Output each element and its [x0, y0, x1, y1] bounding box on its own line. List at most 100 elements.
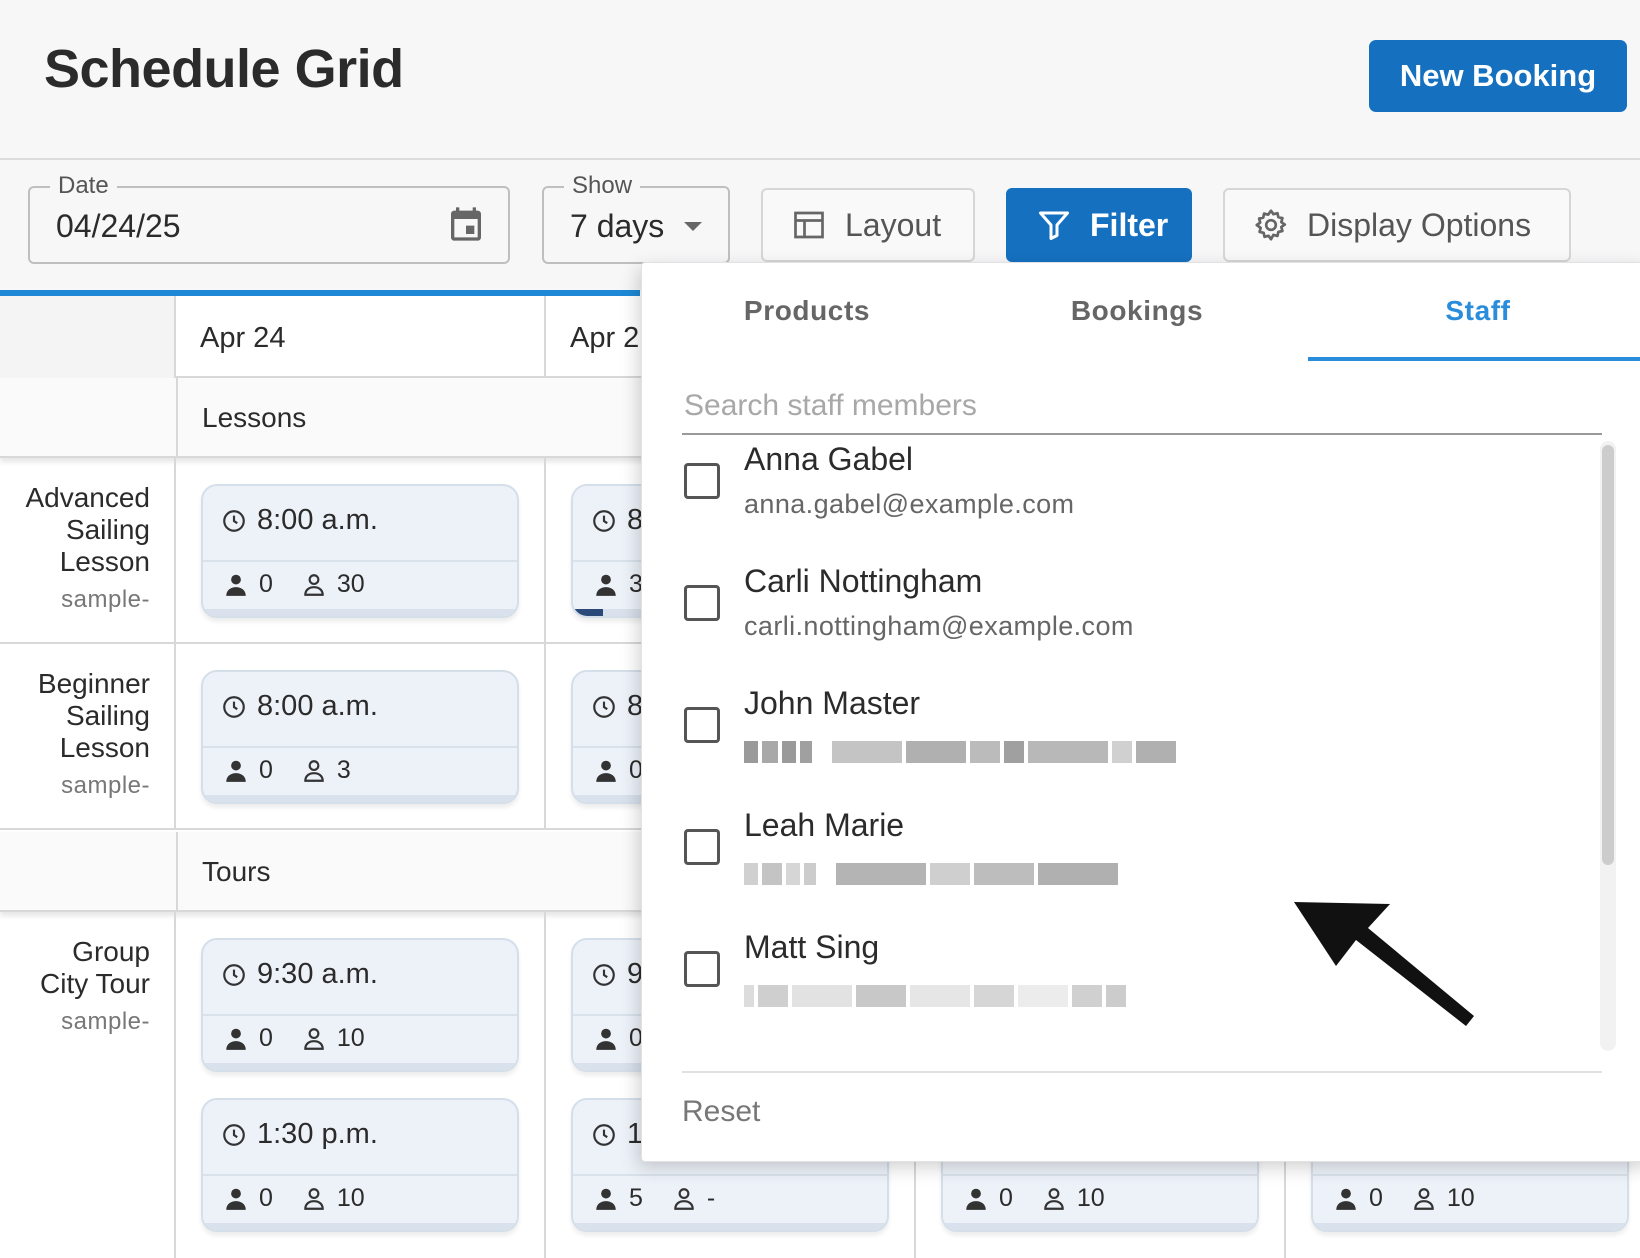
- slot-divider: [203, 1014, 517, 1016]
- slot-time: 8: [591, 690, 643, 723]
- layout-label: Layout: [845, 206, 942, 243]
- staff-list-scrollbar[interactable]: [1600, 441, 1616, 1051]
- filter-label: Filter: [1090, 206, 1169, 243]
- person-filled-icon: [226, 760, 246, 782]
- staff-item[interactable]: John Master: [682, 685, 1582, 805]
- slot-progress: [1313, 1223, 1627, 1230]
- staff-email: carli.nottingham@example.com: [744, 611, 1134, 641]
- slot-capacity: 10: [336, 1024, 365, 1052]
- staff-name: Leah Marie: [744, 807, 905, 843]
- slot-time-text: 8:00 a.m.: [257, 504, 378, 536]
- redacted-email: [744, 741, 1180, 763]
- column-divider: [174, 458, 176, 642]
- slot-divider: [203, 1174, 517, 1176]
- redacted-email: [744, 863, 1122, 885]
- filter-icon: [1039, 211, 1069, 240]
- person-outline-icon: [1044, 1187, 1064, 1210]
- section-label: Tours: [176, 832, 576, 912]
- show-label: Show: [564, 172, 641, 200]
- product-sku: sample-: [61, 586, 150, 613]
- product-name-line: Advanced: [25, 482, 150, 513]
- staff-checkbox[interactable]: [684, 951, 720, 987]
- page-header: Schedule Grid New Booking: [0, 0, 1640, 160]
- chevron-down-icon[interactable]: [684, 222, 702, 231]
- product-label[interactable]: Advanced Sailing Lesson sample-: [0, 458, 150, 616]
- person-filled-icon: [596, 1028, 616, 1050]
- slot-progress: [203, 609, 517, 616]
- product-name-line: Sailing: [65, 514, 150, 545]
- staff-item[interactable]: Anna Gabel anna.gabel@example.com: [682, 441, 1582, 561]
- slot-stats: 0 10: [223, 1184, 393, 1213]
- clock-icon: [223, 1123, 245, 1146]
- new-booking-button[interactable]: New Booking: [1369, 40, 1627, 112]
- product-name-line: Lesson: [59, 546, 150, 577]
- slot-time: 8:00 a.m.: [221, 690, 378, 723]
- redacted-email: [744, 985, 1130, 1007]
- person-filled-icon: [226, 1188, 246, 1210]
- date-label: Date: [50, 172, 117, 200]
- staff-search-input[interactable]: [682, 375, 1602, 435]
- tab-bookings[interactable]: Bookings: [972, 263, 1302, 361]
- time-slot-card[interactable]: 8:00 a.m. 0 3: [201, 670, 519, 804]
- person-outline-icon: [304, 1187, 324, 1210]
- layout-button[interactable]: Layout: [761, 188, 975, 262]
- person-outline-icon: [304, 573, 324, 596]
- slot-stats: 0 30: [223, 570, 393, 599]
- product-sku: sample-: [61, 772, 150, 799]
- slot-time: 1:30 p.m.: [221, 1118, 378, 1151]
- slot-capacity: 10: [336, 1184, 365, 1212]
- slot-time-text: 9:30 a.m.: [257, 958, 378, 990]
- filter-popover: Products Bookings Staff Anna Gabel anna.…: [641, 262, 1640, 1162]
- person-filled-icon: [596, 1188, 616, 1210]
- staff-checkbox[interactable]: [684, 829, 720, 865]
- label-column-header: [0, 296, 176, 378]
- slot-booked: 0: [259, 756, 273, 784]
- time-slot-card[interactable]: 9:30 a.m. 0 10: [201, 938, 519, 1072]
- show-select[interactable]: Show 7 days: [542, 172, 730, 264]
- tab-products[interactable]: Products: [642, 263, 972, 361]
- table-layout-icon: [794, 211, 824, 239]
- slot-stats: 0 10: [963, 1184, 1133, 1213]
- slot-booked: 0: [259, 1184, 273, 1212]
- person-filled-icon: [596, 760, 616, 782]
- product-label[interactable]: Beginner Sailing Lesson sample-: [0, 644, 150, 802]
- scrollbar-thumb[interactable]: [1602, 445, 1614, 865]
- person-filled-icon: [596, 574, 616, 596]
- slot-time: 1: [591, 1118, 643, 1151]
- product-name-line: Beginner: [37, 668, 150, 699]
- tab-staff[interactable]: Staff: [1308, 263, 1640, 361]
- time-slot-card[interactable]: 8:00 a.m. 0 30: [201, 484, 519, 618]
- product-label[interactable]: Group City Tour sample-: [0, 912, 150, 1038]
- slot-capacity: 3: [336, 756, 351, 784]
- calendar-icon[interactable]: [446, 204, 486, 244]
- slot-booked: 5: [629, 1184, 643, 1212]
- footer-divider: [682, 1071, 1602, 1073]
- clock-icon: [223, 963, 245, 986]
- clock-icon: [223, 509, 245, 532]
- slot-booked: 0: [259, 1024, 273, 1052]
- slot-stats: 0 10: [223, 1024, 393, 1053]
- slot-divider: [1313, 1174, 1627, 1176]
- staff-checkbox[interactable]: [684, 463, 720, 499]
- staff-item[interactable]: Carli Nottingham carli.nottingham@exampl…: [682, 563, 1582, 683]
- display-options-button[interactable]: Display Options: [1223, 188, 1571, 262]
- filter-button[interactable]: Filter: [1006, 188, 1192, 262]
- column-divider: [544, 912, 546, 1258]
- date-value[interactable]: 04/24/25: [56, 208, 181, 245]
- clock-icon: [593, 509, 615, 532]
- staff-checkbox[interactable]: [684, 585, 720, 621]
- slot-stats: 0 3: [223, 756, 379, 785]
- slot-time: 8:00 a.m.: [221, 504, 378, 537]
- date-field[interactable]: Date 04/24/25: [28, 172, 510, 264]
- reset-button[interactable]: Reset: [682, 1095, 760, 1129]
- show-value[interactable]: 7 days: [570, 208, 664, 245]
- slot-divider: [203, 746, 517, 748]
- slot-time: 9:30 a.m.: [221, 958, 378, 991]
- staff-checkbox[interactable]: [684, 707, 720, 743]
- annotation-arrow-icon: [1294, 902, 1474, 1026]
- time-slot-card[interactable]: 1:30 p.m. 0 10: [201, 1098, 519, 1232]
- slot-stats: 5 -: [593, 1184, 743, 1213]
- person-outline-icon: [674, 1187, 694, 1210]
- slot-progress: [203, 1063, 517, 1070]
- slot-booked: 0: [259, 570, 273, 598]
